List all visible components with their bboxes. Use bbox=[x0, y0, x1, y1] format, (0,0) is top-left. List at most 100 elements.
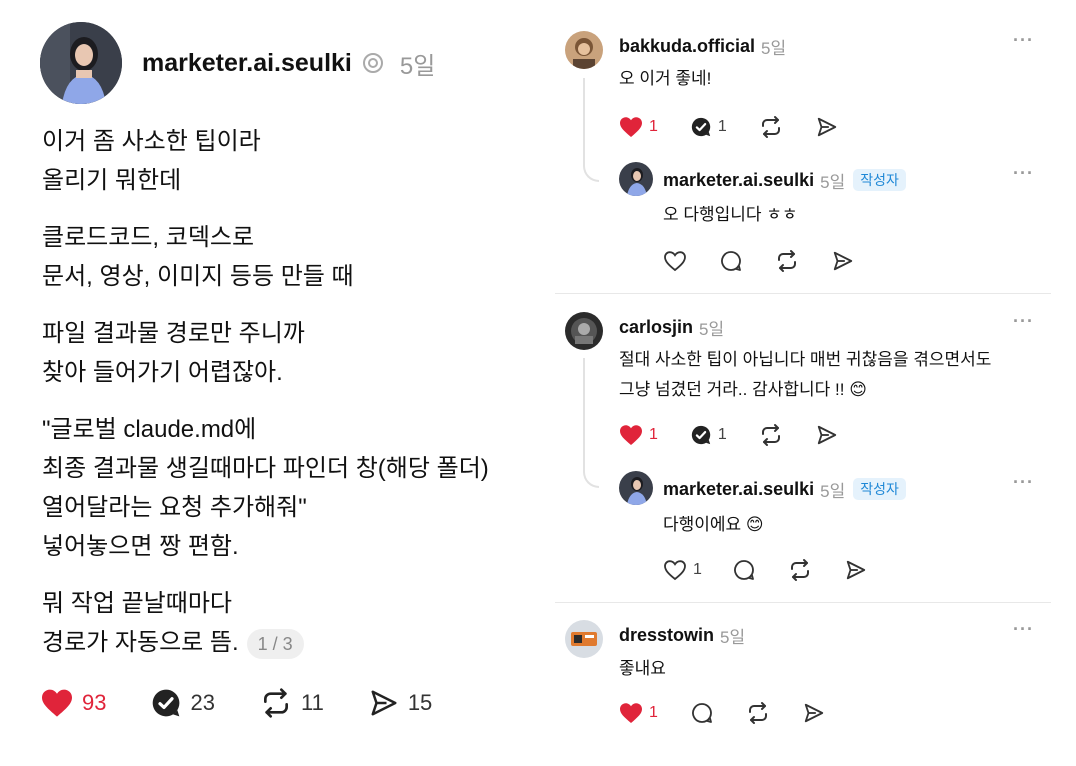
post-username[interactable]: marketer.ai.seulki bbox=[142, 49, 352, 78]
post-line: 경로가 자동으로 뜸. 1 / 3 bbox=[42, 623, 542, 662]
reply-check-icon bbox=[690, 116, 712, 138]
post-line: 문서, 영상, 이미지 등등 만들 때 bbox=[42, 263, 354, 290]
share-button[interactable] bbox=[831, 250, 855, 272]
heart-filled-icon bbox=[619, 702, 643, 724]
image-pager[interactable]: 1 / 3 bbox=[246, 628, 304, 659]
reply-username[interactable]: marketer.ai.seulki bbox=[663, 479, 814, 500]
thread-connector bbox=[583, 358, 599, 488]
reply-button[interactable]: 23 bbox=[150, 687, 215, 719]
like-button[interactable]: 1 bbox=[663, 559, 702, 581]
repost-button[interactable] bbox=[759, 115, 783, 139]
reply-actions: 1 bbox=[663, 557, 900, 583]
reply-count: 1 bbox=[717, 118, 727, 135]
post-body: 이거 좀 사소한 팁이라 올리기 뭐한데 클로드코드, 코덱스로 문서, 영상,… bbox=[42, 122, 542, 680]
repost-count: 11 bbox=[300, 690, 324, 715]
heart-outline-icon bbox=[663, 250, 687, 272]
share-button[interactable] bbox=[844, 559, 868, 581]
send-icon bbox=[368, 688, 400, 718]
repost-icon bbox=[746, 701, 770, 725]
post-line: 올리기 뭐한데 bbox=[42, 167, 182, 194]
reply-time: 5일 bbox=[820, 481, 846, 501]
comment-divider bbox=[555, 602, 1051, 603]
share-button[interactable] bbox=[815, 424, 839, 446]
comment-header: carlosjin 5일 bbox=[619, 315, 724, 339]
more-options-icon[interactable]: ··· bbox=[1013, 30, 1034, 51]
comment-divider bbox=[555, 293, 1051, 294]
repost-icon bbox=[259, 687, 293, 719]
reply-check-icon bbox=[150, 687, 182, 719]
comment-icon bbox=[732, 558, 756, 582]
reply-username[interactable]: marketer.ai.seulki bbox=[663, 170, 814, 191]
comment-username[interactable]: bakkuda.official bbox=[619, 36, 755, 57]
post-line: 이거 좀 사소한 팁이라 bbox=[42, 128, 261, 155]
post-line-text: 경로가 자동으로 뜸. bbox=[42, 629, 239, 656]
comment-username[interactable]: carlosjin bbox=[619, 317, 693, 338]
like-count: 1 bbox=[649, 118, 658, 135]
comment-actions: 1 1 bbox=[619, 422, 871, 448]
comment-text: 오 이거 좋네! bbox=[619, 69, 712, 88]
post-paragraph: 뭐 작업 끝날때마다 경로가 자동으로 뜸. 1 / 3 bbox=[42, 584, 542, 662]
comment-time: 5일 bbox=[699, 319, 725, 339]
author-badge: 작성자 bbox=[853, 478, 906, 500]
reply-time: 5일 bbox=[820, 172, 846, 192]
send-icon bbox=[815, 424, 839, 446]
more-options-icon[interactable]: ··· bbox=[1013, 472, 1034, 493]
repost-button[interactable]: 11 bbox=[259, 687, 324, 719]
post-paragraph: 파일 결과물 경로만 주니까 찾아 들어가기 어렵잖아. bbox=[42, 314, 542, 392]
reply-text: 다행이에요 😊 bbox=[663, 515, 764, 534]
comment-header: dresstowin 5일 bbox=[619, 623, 745, 647]
comment-icon bbox=[690, 701, 714, 725]
comment-icon bbox=[719, 249, 743, 273]
post-line: 클로드코드, 코덱스로 bbox=[42, 224, 255, 251]
like-button[interactable]: 93 bbox=[40, 688, 106, 718]
reply-button[interactable]: 1 bbox=[690, 424, 727, 446]
reply-button[interactable] bbox=[719, 249, 743, 273]
reply-header: marketer.ai.seulki 5일 작성자 bbox=[663, 168, 906, 192]
share-button[interactable] bbox=[815, 116, 839, 138]
repost-button[interactable] bbox=[788, 558, 812, 582]
more-options-icon[interactable]: ··· bbox=[1013, 163, 1034, 184]
like-button[interactable]: 1 bbox=[619, 116, 658, 138]
post-paragraph: "글로벌 claude.md에 최종 결과물 생길때마다 파인더 창(해당 폴더… bbox=[42, 410, 542, 566]
post-line: 뭐 작업 끝날때마다 bbox=[42, 590, 232, 617]
send-icon bbox=[831, 250, 855, 272]
avatar[interactable] bbox=[619, 471, 653, 505]
comment-username[interactable]: dresstowin bbox=[619, 625, 714, 646]
comment-actions: 1 1 bbox=[619, 114, 871, 140]
reply-button[interactable]: 1 bbox=[690, 116, 727, 138]
repost-button[interactable] bbox=[746, 701, 770, 725]
more-options-icon[interactable]: ··· bbox=[1013, 311, 1034, 332]
reply-actions bbox=[663, 248, 887, 274]
reply-header: marketer.ai.seulki 5일 작성자 bbox=[663, 477, 906, 501]
repost-button[interactable] bbox=[775, 249, 799, 273]
reply-count: 23 bbox=[190, 690, 215, 715]
avatar[interactable] bbox=[619, 162, 653, 196]
more-options-icon[interactable]: ··· bbox=[1013, 619, 1034, 640]
repost-button[interactable] bbox=[759, 423, 783, 447]
avatar[interactable] bbox=[565, 31, 603, 69]
reply-text: 오 다행입니다 ㅎㅎ bbox=[663, 205, 798, 224]
post-header: marketer.ai.seulki 5일 bbox=[142, 45, 435, 81]
reply-button[interactable] bbox=[732, 558, 756, 582]
post-actions: 93 23 11 15 bbox=[40, 684, 476, 722]
share-button[interactable]: 15 bbox=[368, 688, 432, 718]
like-button[interactable] bbox=[663, 250, 687, 272]
share-button[interactable] bbox=[802, 702, 826, 724]
avatar[interactable] bbox=[40, 22, 122, 104]
like-button[interactable]: 1 bbox=[619, 702, 658, 724]
repost-icon bbox=[759, 115, 783, 139]
like-count: 93 bbox=[82, 690, 107, 715]
reply-button[interactable] bbox=[690, 701, 714, 725]
post-paragraph: 이거 좀 사소한 팁이라 올리기 뭐한데 bbox=[42, 122, 542, 200]
heart-filled-icon bbox=[619, 116, 643, 138]
comment-text-line: 절대 사소한 팁이 아닙니다 매번 귀찮음을 겪으면서도 bbox=[619, 350, 992, 369]
avatar[interactable] bbox=[565, 312, 603, 350]
post-line: 최종 결과물 생길때마다 파인더 창(해당 폴더) bbox=[42, 455, 489, 482]
like-button[interactable]: 1 bbox=[619, 424, 658, 446]
post-line: "글로벌 claude.md에 bbox=[42, 416, 257, 443]
comment-time: 5일 bbox=[761, 38, 787, 58]
avatar[interactable] bbox=[565, 620, 603, 658]
comment-time: 5일 bbox=[720, 627, 746, 647]
author-badge: 작성자 bbox=[853, 169, 906, 191]
main-post: marketer.ai.seulki 5일 이거 좀 사소한 팁이라 올리기 뭐… bbox=[0, 0, 550, 766]
